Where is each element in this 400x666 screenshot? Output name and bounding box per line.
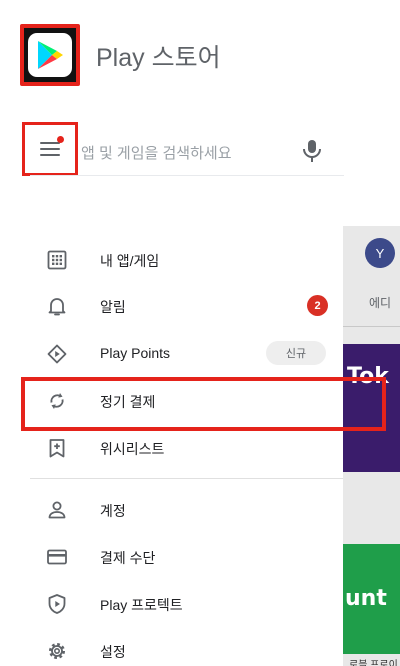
menu-button[interactable]: [22, 122, 78, 176]
play-points-icon: [46, 343, 68, 365]
notification-dot: [57, 136, 64, 143]
drawer-item-account[interactable]: 계정: [0, 487, 343, 533]
gear-icon: [46, 640, 68, 662]
credit-card-icon: [46, 546, 68, 568]
drawer-item-label: Play Points: [100, 345, 171, 361]
drawer-item-my-apps[interactable]: 내 앱/게임: [0, 237, 343, 283]
bookmark-add-icon: [46, 437, 68, 459]
bell-icon: [46, 295, 68, 317]
menu-icon: [40, 136, 64, 156]
navigation-drawer: 내 앱/게임 알림 2 Play Points 신규 정기 결제 위시리스트 계…: [0, 226, 343, 666]
subscriptions-highlight-box: [21, 377, 386, 431]
drawer-item-label: 내 앱/게임: [100, 253, 160, 269]
play-store-logo[interactable]: [20, 24, 80, 86]
person-icon: [46, 499, 68, 521]
apps-grid-icon: [46, 249, 68, 271]
notification-count-badge: 2: [307, 295, 328, 316]
drawer-item-label: 설정: [100, 644, 126, 660]
drawer-item-label: 결제 수단: [100, 550, 156, 566]
background-green-banner: unt: [343, 544, 400, 654]
drawer-item-payment-methods[interactable]: 결제 수단: [0, 534, 343, 580]
new-badge: 신규: [266, 341, 326, 365]
background-bottom-text: 로블 프로이: [349, 660, 398, 666]
drawer-item-label: 알림: [100, 299, 126, 315]
drawer-divider: [30, 478, 343, 479]
drawer-item-notifications[interactable]: 알림 2: [0, 283, 343, 329]
search-underline: [30, 175, 344, 176]
background-tab-label: 에디: [369, 296, 392, 310]
drawer-item-label: 계정: [100, 503, 126, 519]
background-tab-divider: [343, 326, 400, 327]
drawer-item-label: Play 프로텍트: [100, 597, 183, 613]
drawer-item-play-points[interactable]: Play Points 신규: [0, 331, 343, 377]
google-play-logo-icon: [28, 33, 72, 77]
drawer-item-label: 위시리스트: [100, 441, 165, 457]
drawer-item-settings[interactable]: 설정: [0, 628, 343, 666]
microphone-icon[interactable]: [300, 138, 324, 164]
avatar: Y: [365, 238, 395, 268]
app-title: Play 스토어: [96, 44, 221, 72]
background-green-text: unt: [345, 586, 387, 611]
drawer-item-wishlist[interactable]: 위시리스트: [0, 425, 343, 471]
search-input[interactable]: 앱 및 게임을 검색하세요: [81, 142, 232, 163]
shield-play-icon: [46, 593, 68, 615]
drawer-item-play-protect[interactable]: Play 프로텍트: [0, 581, 343, 627]
background-content: Y 에디 Tok unt 로블 프로이: [343, 226, 400, 666]
